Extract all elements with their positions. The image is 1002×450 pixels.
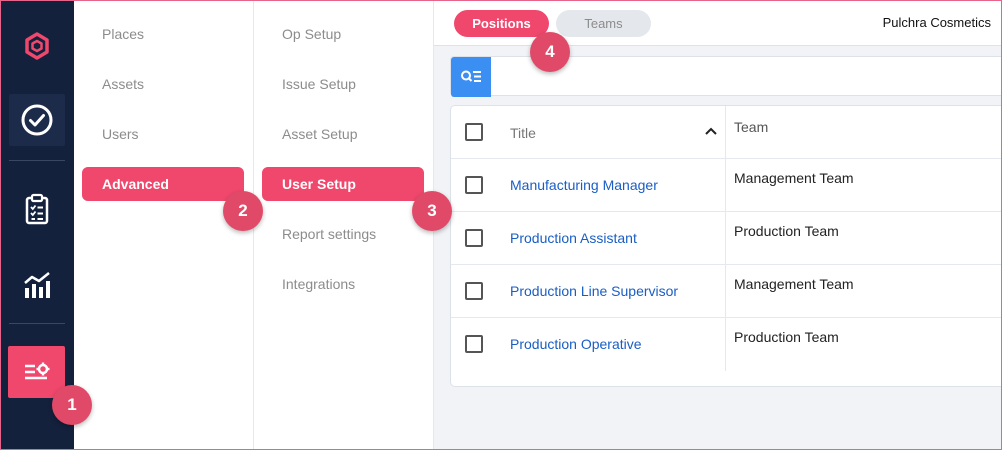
submenu-item-user-setup[interactable]: User Setup bbox=[262, 167, 424, 201]
menu-item-places[interactable]: Places bbox=[82, 17, 244, 51]
table-row: Manufacturing Manager Management Team bbox=[451, 159, 1002, 212]
clipboard-checklist-icon[interactable] bbox=[9, 183, 65, 235]
position-team: Production Team bbox=[734, 223, 839, 239]
position-team: Management Team bbox=[734, 276, 854, 292]
position-title-link[interactable]: Manufacturing Manager bbox=[510, 177, 658, 193]
search-list-icon bbox=[461, 70, 481, 82]
step-badge-4: 4 bbox=[530, 32, 570, 72]
submenu-item-report-settings[interactable]: Report settings bbox=[262, 217, 424, 251]
advanced-submenu: Op Setup Issue Setup Asset Setup User Se… bbox=[254, 0, 434, 450]
tab-teams[interactable]: Teams bbox=[556, 10, 651, 37]
submenu-item-issue-setup[interactable]: Issue Setup bbox=[262, 67, 424, 101]
table-row: Production Operative Production Team bbox=[451, 318, 1002, 371]
position-team: Management Team bbox=[734, 170, 854, 186]
column-header-team[interactable]: Team bbox=[734, 119, 768, 135]
tab-positions[interactable]: Positions bbox=[454, 10, 549, 37]
row-checkbox[interactable] bbox=[465, 176, 483, 194]
step-badge-2: 2 bbox=[223, 191, 263, 231]
rail-divider bbox=[9, 160, 65, 161]
select-all-checkbox[interactable] bbox=[465, 123, 483, 141]
menu-item-assets[interactable]: Assets bbox=[82, 67, 244, 101]
row-checkbox[interactable] bbox=[465, 229, 483, 247]
company-name: Pulchra Cosmetics bbox=[882, 15, 991, 30]
row-checkbox[interactable] bbox=[465, 282, 483, 300]
rail-divider bbox=[9, 323, 65, 324]
bar-chart-icon[interactable] bbox=[9, 259, 65, 311]
submenu-item-op-setup[interactable]: Op Setup bbox=[262, 17, 424, 51]
position-title-link[interactable]: Production Assistant bbox=[510, 230, 637, 246]
menu-item-advanced[interactable]: Advanced bbox=[82, 167, 244, 201]
step-badge-3: 3 bbox=[412, 191, 452, 231]
step-badge-1: 1 bbox=[52, 385, 92, 425]
submenu-item-integrations[interactable]: Integrations bbox=[262, 267, 424, 301]
primary-settings-menu: Places Assets Users Advanced bbox=[74, 0, 254, 450]
positions-table: Title Team Manufacturing Manager Managem… bbox=[450, 105, 1002, 387]
icon-rail bbox=[0, 0, 74, 450]
main-content: Positions Teams Pulchra Cosmetics Title … bbox=[434, 0, 1002, 450]
table-header: Title Team bbox=[451, 106, 1002, 159]
submenu-item-asset-setup[interactable]: Asset Setup bbox=[262, 117, 424, 151]
row-checkbox[interactable] bbox=[465, 335, 483, 353]
position-title-link[interactable]: Production Line Supervisor bbox=[510, 283, 678, 299]
position-team: Production Team bbox=[734, 329, 839, 345]
settings-sliders-icon[interactable] bbox=[8, 346, 65, 398]
table-row: Production Line Supervisor Management Te… bbox=[451, 265, 1002, 318]
position-title-link[interactable]: Production Operative bbox=[510, 336, 642, 352]
menu-item-users[interactable]: Users bbox=[82, 117, 244, 151]
hexagon-logo-icon[interactable] bbox=[9, 20, 65, 72]
sort-ascending-icon[interactable] bbox=[704, 126, 718, 136]
top-bar: Positions Teams Pulchra Cosmetics bbox=[434, 0, 1002, 46]
table-row: Production Assistant Production Team bbox=[451, 212, 1002, 265]
check-circle-icon[interactable] bbox=[9, 94, 65, 146]
search-filter-button[interactable] bbox=[451, 57, 491, 97]
column-header-title[interactable]: Title bbox=[510, 125, 536, 141]
